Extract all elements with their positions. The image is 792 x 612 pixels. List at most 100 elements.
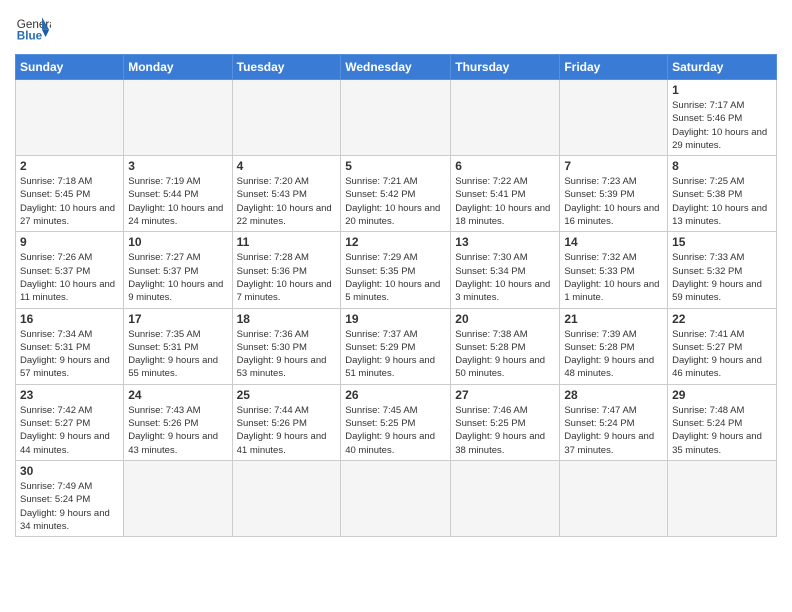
day-info: Sunrise: 7:17 AM Sunset: 5:46 PM Dayligh… <box>672 99 772 152</box>
day-info: Sunrise: 7:47 AM Sunset: 5:24 PM Dayligh… <box>564 404 663 457</box>
day-number: 27 <box>455 388 555 402</box>
calendar-cell <box>16 80 124 156</box>
svg-text:Blue: Blue <box>17 30 43 43</box>
calendar-cell: 19 Sunrise: 7:37 AM Sunset: 5:29 PM Dayli… <box>341 308 451 384</box>
day-header-tuesday: Tuesday <box>232 55 341 80</box>
calendar-cell: 4 Sunrise: 7:20 AM Sunset: 5:43 PM Daylig… <box>232 156 341 232</box>
day-number: 14 <box>564 235 663 249</box>
calendar-cell: 21 Sunrise: 7:39 AM Sunset: 5:28 PM Dayli… <box>560 308 668 384</box>
day-info: Sunrise: 7:43 AM Sunset: 5:26 PM Dayligh… <box>128 404 227 457</box>
calendar-week-5: 30Sunrise: 7:49 AM Sunset: 5:24 PM Dayli… <box>16 460 777 536</box>
day-number: 20 <box>455 312 555 326</box>
day-info: Sunrise: 7:21 AM Sunset: 5:42 PM Dayligh… <box>345 175 446 228</box>
calendar-week-2: 9 Sunrise: 7:26 AM Sunset: 5:37 PM Daylig… <box>16 232 777 308</box>
calendar-cell: 24Sunrise: 7:43 AM Sunset: 5:26 PM Dayli… <box>124 384 232 460</box>
calendar-cell: 17 Sunrise: 7:35 AM Sunset: 5:31 PM Dayli… <box>124 308 232 384</box>
calendar-cell: 13 Sunrise: 7:30 AM Sunset: 5:34 PM Dayli… <box>451 232 560 308</box>
day-info: Sunrise: 7:33 AM Sunset: 5:32 PM Dayligh… <box>672 251 772 304</box>
day-number: 3 <box>128 159 227 173</box>
day-number: 1 <box>672 83 772 97</box>
calendar-cell <box>232 460 341 536</box>
calendar-cell: 26 Sunrise: 7:45 AM Sunset: 5:25 PM Dayli… <box>341 384 451 460</box>
day-number: 16 <box>20 312 119 326</box>
calendar-cell: 12 Sunrise: 7:29 AM Sunset: 5:35 PM Dayli… <box>341 232 451 308</box>
calendar-cell <box>451 460 560 536</box>
calendar-cell <box>668 460 777 536</box>
calendar-cell: 1 Sunrise: 7:17 AM Sunset: 5:46 PM Daylig… <box>668 80 777 156</box>
day-info: Sunrise: 7:48 AM Sunset: 5:24 PM Dayligh… <box>672 404 772 457</box>
day-number: 8 <box>672 159 772 173</box>
day-info: Sunrise: 7:34 AM Sunset: 5:31 PM Dayligh… <box>20 328 119 381</box>
day-info: Sunrise: 7:44 AM Sunset: 5:26 PM Dayligh… <box>237 404 337 457</box>
calendar-cell <box>451 80 560 156</box>
day-info: Sunrise: 7:19 AM Sunset: 5:44 PM Dayligh… <box>128 175 227 228</box>
day-info: Sunrise: 7:32 AM Sunset: 5:33 PM Dayligh… <box>564 251 663 304</box>
calendar-cell: 29Sunrise: 7:48 AM Sunset: 5:24 PM Dayli… <box>668 384 777 460</box>
page-header: General Blue <box>15 10 777 46</box>
day-header-monday: Monday <box>124 55 232 80</box>
day-info: Sunrise: 7:29 AM Sunset: 5:35 PM Dayligh… <box>345 251 446 304</box>
day-number: 10 <box>128 235 227 249</box>
calendar-week-0: 1 Sunrise: 7:17 AM Sunset: 5:46 PM Daylig… <box>16 80 777 156</box>
calendar-cell <box>341 460 451 536</box>
calendar-table: SundayMondayTuesdayWednesdayThursdayFrid… <box>15 54 777 537</box>
logo-icon: General Blue <box>15 10 51 46</box>
calendar-header-row: SundayMondayTuesdayWednesdayThursdayFrid… <box>16 55 777 80</box>
day-info: Sunrise: 7:25 AM Sunset: 5:38 PM Dayligh… <box>672 175 772 228</box>
calendar-cell: 11Sunrise: 7:28 AM Sunset: 5:36 PM Dayli… <box>232 232 341 308</box>
day-info: Sunrise: 7:38 AM Sunset: 5:28 PM Dayligh… <box>455 328 555 381</box>
day-number: 25 <box>237 388 337 402</box>
day-number: 17 <box>128 312 227 326</box>
day-number: 12 <box>345 235 446 249</box>
calendar-cell: 10Sunrise: 7:27 AM Sunset: 5:37 PM Dayli… <box>124 232 232 308</box>
day-number: 26 <box>345 388 446 402</box>
day-info: Sunrise: 7:20 AM Sunset: 5:43 PM Dayligh… <box>237 175 337 228</box>
day-info: Sunrise: 7:37 AM Sunset: 5:29 PM Dayligh… <box>345 328 446 381</box>
calendar-cell <box>124 460 232 536</box>
day-info: Sunrise: 7:45 AM Sunset: 5:25 PM Dayligh… <box>345 404 446 457</box>
day-header-saturday: Saturday <box>668 55 777 80</box>
calendar-cell: 3 Sunrise: 7:19 AM Sunset: 5:44 PM Daylig… <box>124 156 232 232</box>
calendar-cell: 14 Sunrise: 7:32 AM Sunset: 5:33 PM Dayli… <box>560 232 668 308</box>
calendar-cell <box>560 80 668 156</box>
day-info: Sunrise: 7:26 AM Sunset: 5:37 PM Dayligh… <box>20 251 119 304</box>
calendar-cell: 15 Sunrise: 7:33 AM Sunset: 5:32 PM Dayli… <box>668 232 777 308</box>
day-info: Sunrise: 7:35 AM Sunset: 5:31 PM Dayligh… <box>128 328 227 381</box>
calendar-cell: 18Sunrise: 7:36 AM Sunset: 5:30 PM Dayli… <box>232 308 341 384</box>
day-number: 21 <box>564 312 663 326</box>
logo: General Blue <box>15 10 51 46</box>
calendar-cell: 23Sunrise: 7:42 AM Sunset: 5:27 PM Dayli… <box>16 384 124 460</box>
day-info: Sunrise: 7:22 AM Sunset: 5:41 PM Dayligh… <box>455 175 555 228</box>
day-info: Sunrise: 7:18 AM Sunset: 5:45 PM Dayligh… <box>20 175 119 228</box>
calendar-cell: 30Sunrise: 7:49 AM Sunset: 5:24 PM Dayli… <box>16 460 124 536</box>
day-info: Sunrise: 7:39 AM Sunset: 5:28 PM Dayligh… <box>564 328 663 381</box>
day-number: 13 <box>455 235 555 249</box>
day-info: Sunrise: 7:23 AM Sunset: 5:39 PM Dayligh… <box>564 175 663 228</box>
calendar-cell: 16 Sunrise: 7:34 AM Sunset: 5:31 PM Dayli… <box>16 308 124 384</box>
calendar-week-4: 23Sunrise: 7:42 AM Sunset: 5:27 PM Dayli… <box>16 384 777 460</box>
day-number: 22 <box>672 312 772 326</box>
day-number: 4 <box>237 159 337 173</box>
calendar-cell <box>560 460 668 536</box>
day-info: Sunrise: 7:30 AM Sunset: 5:34 PM Dayligh… <box>455 251 555 304</box>
calendar-cell: 28 Sunrise: 7:47 AM Sunset: 5:24 PM Dayli… <box>560 384 668 460</box>
day-number: 18 <box>237 312 337 326</box>
day-number: 2 <box>20 159 119 173</box>
calendar-cell <box>341 80 451 156</box>
calendar-cell: 6 Sunrise: 7:22 AM Sunset: 5:41 PM Daylig… <box>451 156 560 232</box>
day-number: 28 <box>564 388 663 402</box>
calendar-cell: 27 Sunrise: 7:46 AM Sunset: 5:25 PM Dayli… <box>451 384 560 460</box>
day-number: 15 <box>672 235 772 249</box>
day-info: Sunrise: 7:42 AM Sunset: 5:27 PM Dayligh… <box>20 404 119 457</box>
day-number: 19 <box>345 312 446 326</box>
day-number: 5 <box>345 159 446 173</box>
day-info: Sunrise: 7:46 AM Sunset: 5:25 PM Dayligh… <box>455 404 555 457</box>
day-info: Sunrise: 7:49 AM Sunset: 5:24 PM Dayligh… <box>20 480 119 533</box>
calendar-cell: 7 Sunrise: 7:23 AM Sunset: 5:39 PM Daylig… <box>560 156 668 232</box>
day-number: 7 <box>564 159 663 173</box>
day-number: 6 <box>455 159 555 173</box>
day-header-sunday: Sunday <box>16 55 124 80</box>
day-header-friday: Friday <box>560 55 668 80</box>
calendar-cell: 25 Sunrise: 7:44 AM Sunset: 5:26 PM Dayli… <box>232 384 341 460</box>
day-number: 9 <box>20 235 119 249</box>
